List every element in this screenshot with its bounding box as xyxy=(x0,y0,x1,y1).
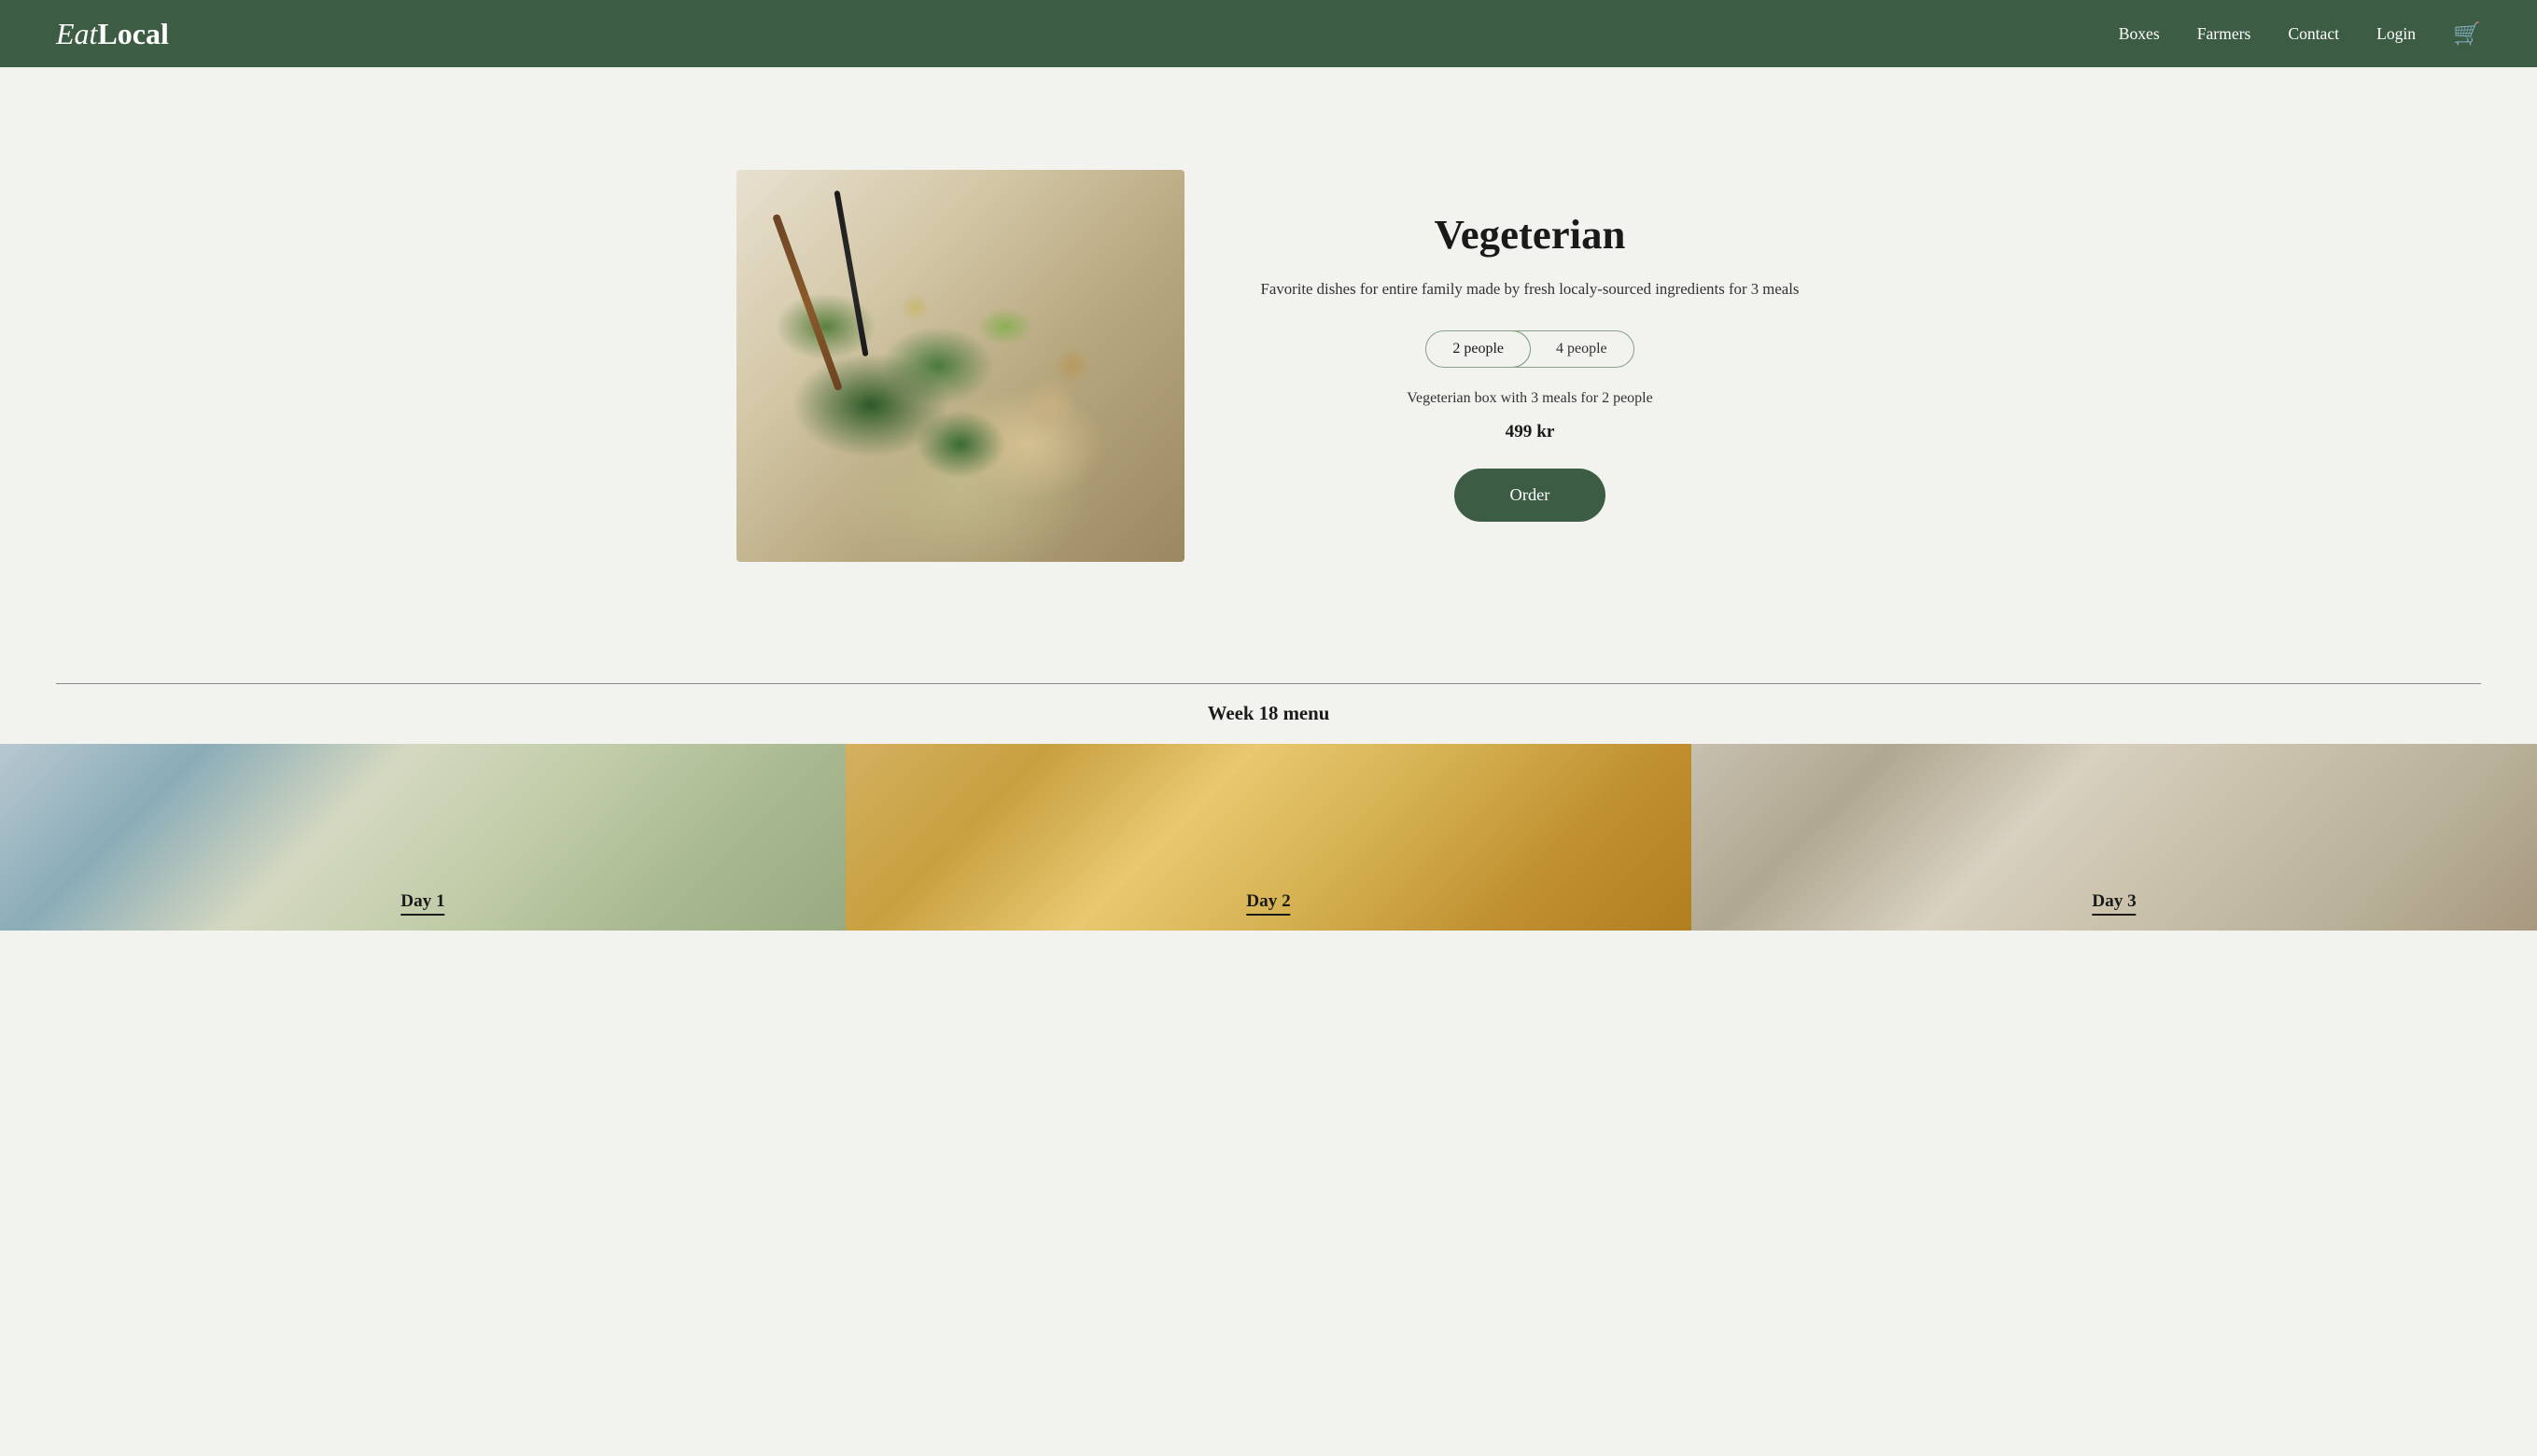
day-card-1: Day 1 xyxy=(0,744,846,931)
people-option-4[interactable]: 4 people xyxy=(1530,331,1633,367)
people-selector: 2 people 4 people xyxy=(1425,330,1633,368)
people-option-2[interactable]: 2 people xyxy=(1425,330,1531,368)
site-header: EatLocal Boxes Farmers Contact Login 🛒 xyxy=(0,0,2537,67)
cart-icon[interactable]: 🛒 xyxy=(2453,21,2481,48)
logo: EatLocal xyxy=(56,17,169,51)
divider xyxy=(56,683,2481,684)
day-1-label: Day 1 xyxy=(400,891,444,916)
nav-contact[interactable]: Contact xyxy=(2288,24,2339,44)
day-2-label: Day 2 xyxy=(1246,891,1290,916)
hero-section: Vegeterian Favorite dishes for entire fa… xyxy=(0,67,2537,665)
nav-farmers[interactable]: Farmers xyxy=(2197,24,2251,44)
days-grid: Day 1 Day 2 Day 3 xyxy=(0,744,2537,931)
product-description: Favorite dishes for entire family made b… xyxy=(1259,277,1801,302)
product-price: 499 kr xyxy=(1259,422,1801,442)
week-section: Week 18 menu xyxy=(0,665,2537,725)
day-card-2: Day 2 xyxy=(846,744,1691,931)
day-card-3: Day 3 xyxy=(1691,744,2537,931)
hero-content: Vegeterian Favorite dishes for entire fa… xyxy=(1259,210,1801,522)
day-3-label: Day 3 xyxy=(2092,891,2136,916)
logo-eat-text: Eat xyxy=(56,17,97,50)
nav-login[interactable]: Login xyxy=(2376,24,2416,44)
hero-food-image xyxy=(736,170,1184,562)
product-title: Vegeterian xyxy=(1259,210,1801,259)
main-nav: Boxes Farmers Contact Login 🛒 xyxy=(2119,21,2481,48)
nav-boxes[interactable]: Boxes xyxy=(2119,24,2160,44)
logo-local-text: Local xyxy=(97,17,168,50)
order-button[interactable]: Order xyxy=(1454,469,1606,522)
hero-image-inner xyxy=(736,170,1184,562)
week-title: Week 18 menu xyxy=(56,703,2481,725)
box-subtitle: Vegeterian box with 3 meals for 2 people xyxy=(1259,390,1801,407)
